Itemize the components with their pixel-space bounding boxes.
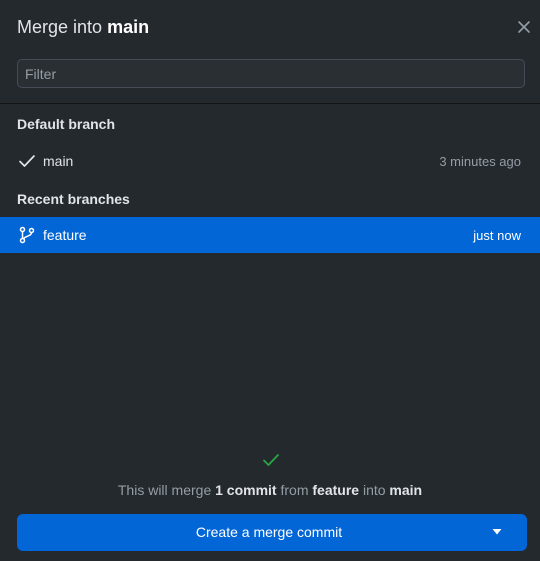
check-icon <box>263 454 279 466</box>
caret-down-icon[interactable] <box>492 528 502 536</box>
filter-field <box>17 59 525 88</box>
dialog-header: Merge into main <box>0 0 540 56</box>
summary-target-branch: main <box>389 482 423 498</box>
branch-name: feature <box>43 227 87 243</box>
branch-item-feature[interactable]: feature just now <box>0 217 540 253</box>
merge-button-label: Create a merge commit <box>195 524 343 540</box>
branch-name: main <box>43 153 74 169</box>
merge-dialog: Merge into main Default branch main 3 mi… <box>0 0 540 561</box>
summary-source-branch: feature <box>312 482 360 498</box>
merge-footer: This will merge 1 commit from feature in… <box>0 434 540 561</box>
divider <box>0 103 540 104</box>
title-branch: main <box>107 17 150 37</box>
summary-into: into <box>362 482 386 498</box>
branch-time: 3 minutes ago <box>439 154 521 169</box>
filter-input[interactable] <box>18 60 524 87</box>
create-merge-commit-button[interactable]: Create a merge commit <box>17 514 527 551</box>
summary-commit-count: 1 commit <box>215 482 277 498</box>
section-header-default-branch: Default branch <box>17 116 116 132</box>
merge-summary: This will merge 1 commit from feature in… <box>0 482 540 498</box>
close-icon <box>518 21 530 33</box>
check-icon <box>19 155 35 167</box>
title-prefix: Merge into <box>17 17 103 37</box>
git-branch-icon <box>19 226 35 244</box>
dialog-title: Merge into main <box>17 17 149 38</box>
summary-pre: This will merge <box>117 482 212 498</box>
close-button[interactable] <box>512 15 536 39</box>
branch-item-main[interactable]: main 3 minutes ago <box>0 143 540 179</box>
section-header-recent-branches: Recent branches <box>17 191 130 207</box>
summary-from: from <box>280 482 309 498</box>
branch-time: just now <box>473 228 521 243</box>
